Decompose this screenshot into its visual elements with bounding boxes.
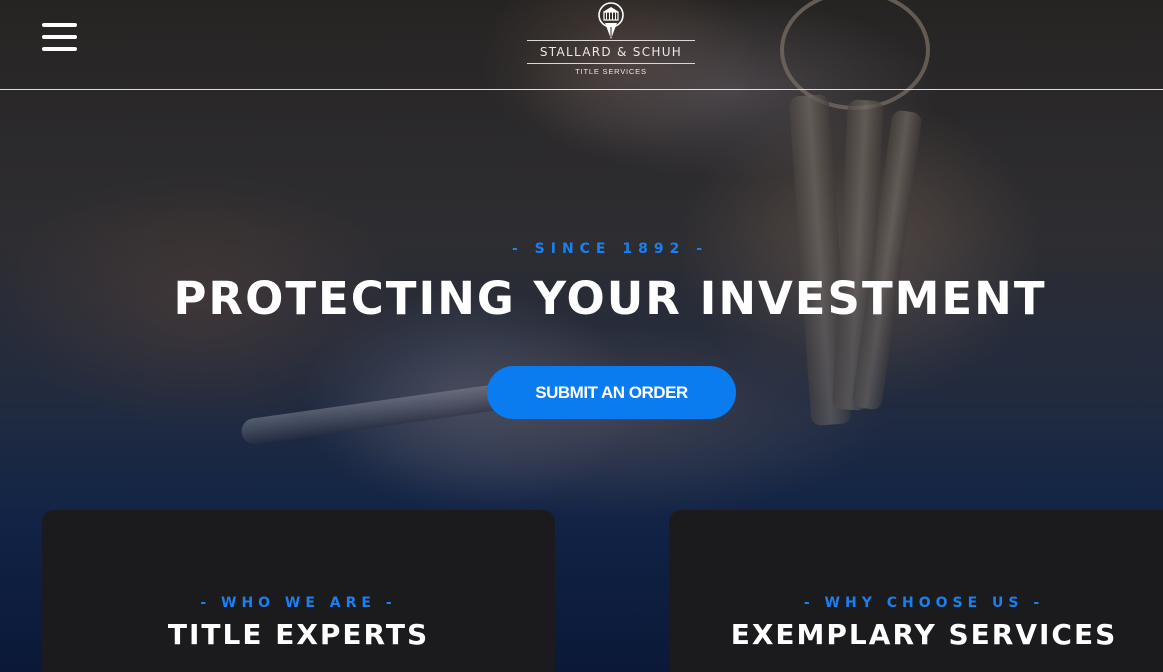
card-title: TITLE EXPERTS [167, 618, 430, 651]
menu-line [42, 47, 77, 51]
card-eyebrow: - WHO WE ARE - [200, 595, 397, 611]
key-shape [851, 109, 923, 411]
site-header: STALLARD & SCHUH TITLE SERVICES [0, 0, 1163, 90]
menu-line [42, 35, 77, 39]
hamburger-menu-icon[interactable] [42, 23, 77, 51]
card-eyebrow: - WHY CHOOSE US - [803, 595, 1045, 611]
why-choose-us-card: - WHY CHOOSE US - EXEMPLARY SERVICES [669, 510, 1163, 672]
logo-name: STALLARD & SCHUH [527, 40, 695, 64]
logo-subtitle: TITLE SERVICES [575, 67, 647, 76]
fountain-pen-building-icon [598, 2, 624, 39]
menu-line [42, 23, 77, 27]
stallard-schuh-logo[interactable]: STALLARD & SCHUH TITLE SERVICES [527, 0, 695, 82]
key-shape [788, 94, 852, 426]
card-title: EXEMPLARY SERVICES [730, 618, 1118, 651]
hero-eyebrow: - SINCE 1892 - [511, 241, 709, 257]
submit-order-button[interactable]: SUBMIT AN ORDER [487, 366, 736, 419]
hand-shape [330, 320, 890, 520]
who-we-are-card: - WHO WE ARE - TITLE EXPERTS [42, 510, 555, 672]
hero-title: PROTECTING YOUR INVESTMENT [173, 272, 1047, 325]
